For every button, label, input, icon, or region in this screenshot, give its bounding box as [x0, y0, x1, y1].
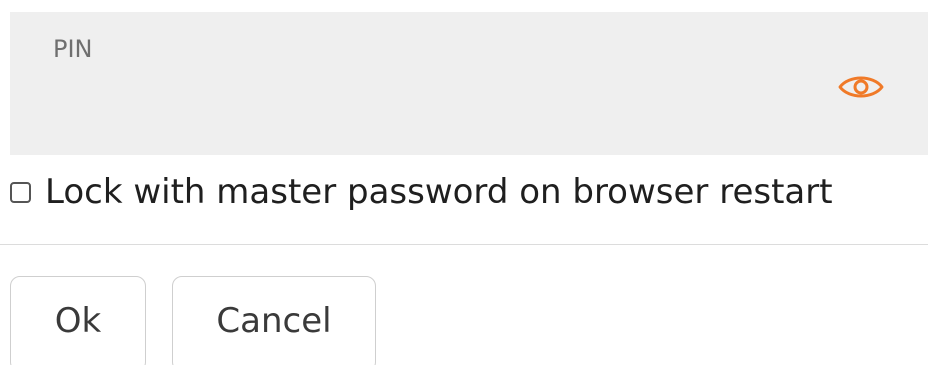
eye-icon: [838, 76, 884, 98]
cancel-button[interactable]: Cancel: [172, 276, 376, 365]
pin-field[interactable]: PIN: [10, 12, 928, 155]
pin-input[interactable]: [53, 80, 813, 120]
show-pin-toggle[interactable]: [835, 67, 887, 107]
lock-option-label: Lock with master password on browser res…: [45, 172, 833, 212]
lock-checkbox[interactable]: [10, 181, 31, 203]
ok-button[interactable]: Ok: [10, 276, 146, 365]
pin-dialog: PIN Lock with master password on browser…: [0, 0, 928, 365]
pin-label: PIN: [53, 35, 93, 63]
lock-option-row[interactable]: Lock with master password on browser res…: [10, 170, 833, 214]
divider: [0, 244, 928, 245]
